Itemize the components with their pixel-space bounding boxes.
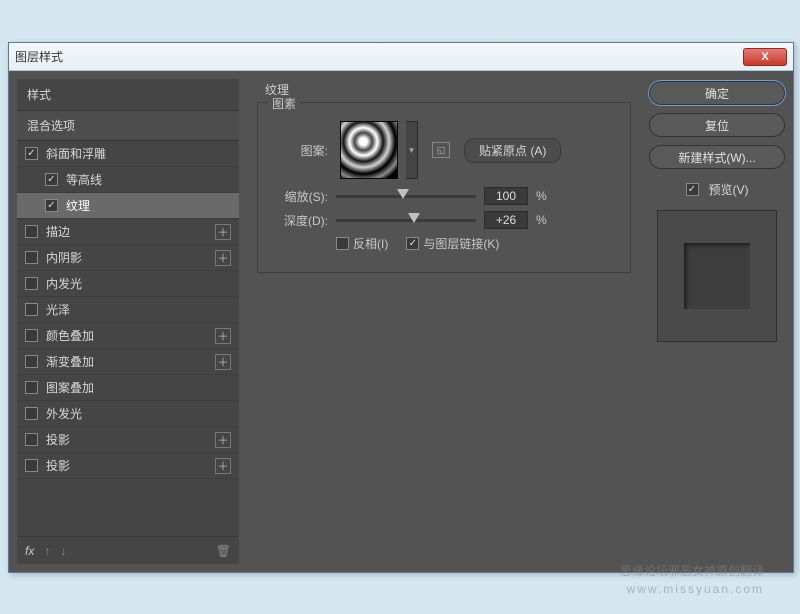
section-title: 纹理 [265, 81, 635, 98]
style-checkbox[interactable] [25, 251, 38, 264]
pattern-dropdown-icon[interactable]: ▾ [406, 121, 418, 179]
preview-swatch [684, 243, 750, 309]
depth-input[interactable]: +26 [484, 211, 528, 229]
styles-sidebar: 样式 混合选项 斜面和浮雕等高线纹理描边＋内阴影＋内发光光泽颜色叠加＋渐变叠加＋… [17, 79, 239, 564]
close-button[interactable]: X [743, 48, 787, 66]
style-label: 斜面和浮雕 [46, 145, 231, 162]
style-checkbox[interactable] [25, 381, 38, 394]
preview-check-icon[interactable] [686, 183, 699, 196]
style-item-1[interactable]: 等高线 [17, 167, 239, 193]
style-checkbox[interactable] [25, 225, 38, 238]
style-label: 图案叠加 [46, 379, 231, 396]
style-item-3[interactable]: 描边＋ [17, 219, 239, 245]
style-checkbox[interactable] [25, 147, 38, 160]
preview-label: 预览(V) [709, 181, 749, 198]
titlebar: 图层样式 X [9, 43, 793, 71]
group-label: 图素 [268, 95, 300, 112]
style-item-2[interactable]: 纹理 [17, 193, 239, 219]
style-label: 纹理 [66, 197, 231, 214]
preview-box [657, 210, 777, 342]
add-effect-icon[interactable]: ＋ [215, 458, 231, 474]
ok-button[interactable]: 确定 [649, 81, 785, 105]
action-column: 确定 复位 新建样式(W)... 预览(V) [649, 79, 785, 564]
style-label: 外发光 [46, 405, 231, 422]
style-checkbox[interactable] [25, 407, 38, 420]
reset-button[interactable]: 复位 [649, 113, 785, 137]
new-style-button[interactable]: 新建样式(W)... [649, 145, 785, 169]
style-label: 投影 [46, 457, 215, 474]
style-label: 光泽 [46, 301, 231, 318]
style-label: 描边 [46, 223, 215, 240]
depth-slider[interactable] [336, 213, 476, 227]
style-label: 等高线 [66, 171, 231, 188]
style-checkbox[interactable] [45, 173, 58, 186]
style-item-0[interactable]: 斜面和浮雕 [17, 141, 239, 167]
add-effect-icon[interactable]: ＋ [215, 354, 231, 370]
texture-panel: 纹理 图素 图案: ▾ ◱ 贴紧原点 (A) 缩放(S): 100 [249, 79, 639, 564]
pattern-label: 图案: [272, 142, 328, 159]
style-item-6[interactable]: 光泽 [17, 297, 239, 323]
arrow-down-icon[interactable]: ↓ [60, 544, 66, 558]
style-item-10[interactable]: 外发光 [17, 401, 239, 427]
style-item-11[interactable]: 投影＋ [17, 427, 239, 453]
elements-group: 图素 图案: ▾ ◱ 贴紧原点 (A) 缩放(S): 100 % [257, 102, 631, 273]
style-checkbox[interactable] [25, 329, 38, 342]
style-item-9[interactable]: 图案叠加 [17, 375, 239, 401]
blending-options[interactable]: 混合选项 [17, 110, 239, 141]
style-checkbox[interactable] [25, 459, 38, 472]
add-effect-icon[interactable]: ＋ [215, 432, 231, 448]
style-checkbox[interactable] [25, 303, 38, 316]
new-preset-icon[interactable]: ◱ [432, 142, 450, 158]
arrow-up-icon[interactable]: ↑ [44, 544, 50, 558]
style-checkbox[interactable] [25, 277, 38, 290]
scale-slider[interactable] [336, 189, 476, 203]
add-effect-icon[interactable]: ＋ [215, 250, 231, 266]
invert-label: 反相(I) [353, 235, 388, 252]
link-with-layer-checkbox[interactable]: 与图层链接(K) [406, 235, 499, 252]
fx-label[interactable]: fx [25, 544, 34, 558]
window-title: 图层样式 [15, 48, 743, 65]
add-effect-icon[interactable]: ＋ [215, 224, 231, 240]
sidebar-footer: fx ↑ ↓ 🗑 [17, 536, 239, 564]
watermark-url: www.missyuan.com [620, 580, 764, 598]
scale-input[interactable]: 100 [484, 187, 528, 205]
style-label: 渐变叠加 [46, 353, 215, 370]
style-label: 内阴影 [46, 249, 215, 266]
styles-header: 样式 [17, 79, 239, 110]
style-label: 颜色叠加 [46, 327, 215, 344]
link-check-icon [406, 237, 419, 250]
snap-origin-button[interactable]: 贴紧原点 (A) [464, 138, 561, 163]
style-label: 内发光 [46, 275, 231, 292]
style-checkbox[interactable] [25, 433, 38, 446]
style-item-12[interactable]: 投影＋ [17, 453, 239, 479]
scale-unit: % [536, 189, 547, 203]
style-item-4[interactable]: 内阴影＋ [17, 245, 239, 271]
style-item-7[interactable]: 颜色叠加＋ [17, 323, 239, 349]
depth-unit: % [536, 213, 547, 227]
style-checkbox[interactable] [25, 355, 38, 368]
layer-style-dialog: 图层样式 X 样式 混合选项 斜面和浮雕等高线纹理描边＋内阴影＋内发光光泽颜色叠… [8, 42, 794, 573]
add-effect-icon[interactable]: ＋ [215, 328, 231, 344]
style-label: 投影 [46, 431, 215, 448]
scale-label: 缩放(S): [272, 188, 328, 205]
invert-checkbox[interactable]: 反相(I) [336, 235, 388, 252]
style-item-8[interactable]: 渐变叠加＋ [17, 349, 239, 375]
invert-check-icon [336, 237, 349, 250]
pattern-swatch[interactable] [340, 121, 398, 179]
depth-label: 深度(D): [272, 212, 328, 229]
style-checkbox[interactable] [45, 199, 58, 212]
link-label: 与图层链接(K) [423, 235, 499, 252]
style-item-5[interactable]: 内发光 [17, 271, 239, 297]
trash-icon[interactable]: 🗑 [216, 544, 231, 558]
